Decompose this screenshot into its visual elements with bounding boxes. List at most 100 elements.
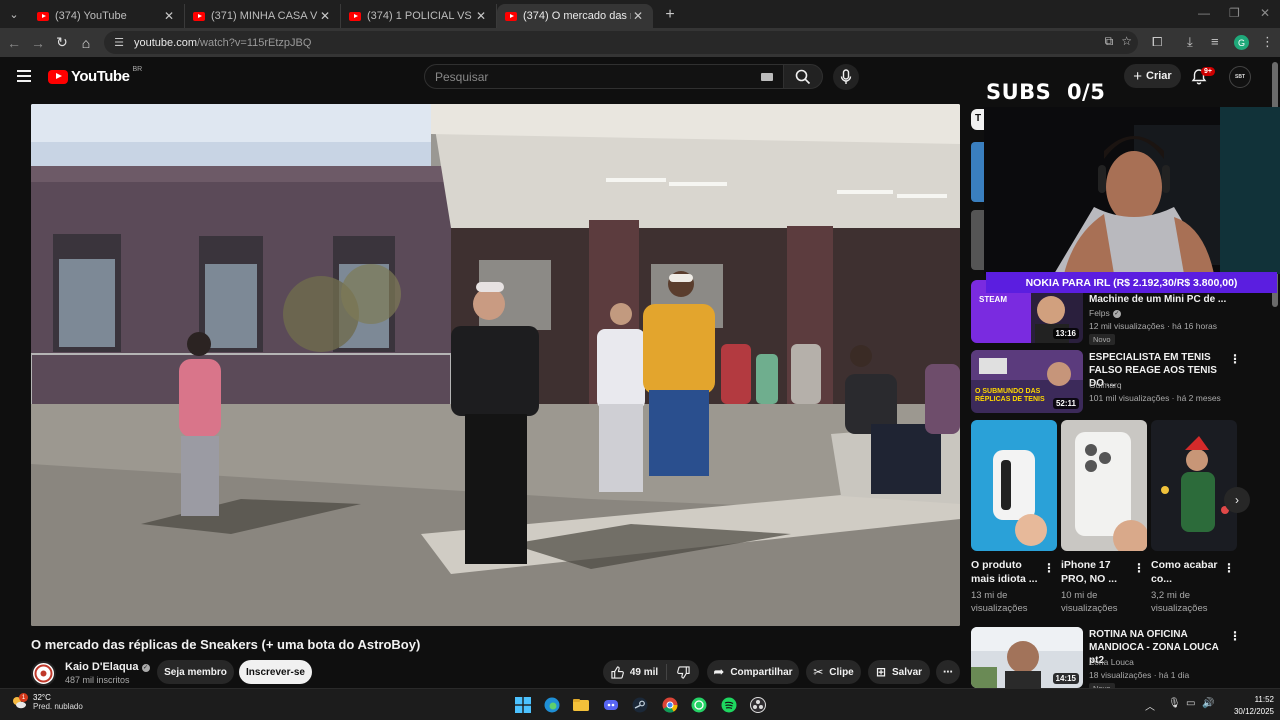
recommended-video[interactable]: 14:15 ROTINA NA OFICINA MANDIOCA - ZONA …	[971, 627, 1271, 694]
browser-menu-icon[interactable]: ⋮	[1261, 34, 1274, 50]
back-icon[interactable]: ←	[2, 31, 26, 55]
recommended-channel[interactable]: Zona Louca	[1089, 657, 1134, 667]
more-options-icon[interactable]: ⋮	[1229, 629, 1241, 643]
bookmark-star-icon[interactable]: ☆	[1121, 34, 1132, 49]
search-button[interactable]	[783, 64, 823, 89]
profile-avatar[interactable]: G	[1234, 35, 1249, 50]
menu-icon[interactable]	[17, 70, 31, 82]
short-thumbnail[interactable]	[1151, 420, 1237, 551]
clock-time: 11:52	[1254, 695, 1274, 704]
svg-text:STEAM: STEAM	[979, 295, 1007, 304]
install-app-icon[interactable]: ⧉	[1105, 34, 1114, 49]
spotify-icon[interactable]	[721, 697, 737, 713]
short-views: 10 mi de visualizações	[1061, 590, 1118, 614]
browser-tab[interactable]: (374) YouTube ✕	[29, 4, 185, 28]
show-hidden-icons-icon[interactable]: ︿	[1145, 698, 1155, 713]
subscribe-button[interactable]: Inscrever-se	[239, 660, 312, 684]
steam-icon[interactable]	[632, 697, 648, 713]
webcam-overlay	[984, 107, 1280, 274]
edge-icon[interactable]	[544, 697, 560, 713]
new-tab-button[interactable]: +	[659, 4, 681, 26]
more-actions-button[interactable]: ⋯	[936, 660, 960, 684]
donation-goal-banner: NOKIA PARA IRL (R$ 2.192,30/R$ 3.800,00)	[986, 272, 1277, 293]
hidden-thumbnail[interactable]	[971, 142, 985, 202]
more-options-icon[interactable]: ⋮	[1133, 561, 1145, 575]
reload-icon[interactable]: ↻	[50, 31, 74, 55]
voice-search-button[interactable]	[833, 64, 859, 90]
forward-icon[interactable]: →	[26, 31, 50, 55]
short-thumbnail[interactable]	[1061, 420, 1147, 551]
short-item[interactable]: iPhone 17 PRO, NO ... 10 mi de visualiza…	[1061, 420, 1147, 615]
like-count: 49 mil	[629, 666, 659, 678]
more-options-icon[interactable]: ⋮	[1223, 561, 1235, 575]
tab-title: (374) 1 POLICIAL VS 25 EX-CRIM	[367, 10, 474, 22]
address-bar[interactable]: ☰ youtube.com/watch?v=115rEtzpJBQ ⧉ ☆	[104, 31, 1138, 54]
browser-tab[interactable]: (371) MINHA CASA VIROU GAM ✕	[185, 4, 341, 28]
close-window-icon[interactable]: ✕	[1260, 6, 1270, 20]
new-badge: Novo	[1089, 334, 1115, 345]
thumbs-up-icon	[611, 665, 624, 679]
channel-avatar[interactable]	[31, 661, 56, 686]
video-player[interactable]	[31, 104, 960, 626]
more-options-icon[interactable]: ⋮	[1043, 561, 1055, 575]
network-icon[interactable]: ▭	[1186, 698, 1195, 709]
share-button[interactable]: ➦ Compartilhar	[707, 660, 799, 684]
video-frame-image	[31, 104, 960, 626]
maximize-icon[interactable]: ❐	[1229, 6, 1240, 20]
channel-name[interactable]: Kaio D'Elaqua ✓	[65, 661, 150, 673]
file-explorer-icon[interactable]	[573, 697, 589, 713]
home-icon[interactable]: ⌂	[74, 31, 98, 55]
tab-close-icon[interactable]: ✕	[162, 9, 176, 23]
chrome-icon[interactable]	[662, 697, 678, 713]
tab-search-button[interactable]: ⌄	[3, 3, 25, 25]
notification-count-badge: 9+	[1201, 67, 1215, 76]
account-avatar[interactable]: SBT	[1229, 66, 1251, 88]
like-button[interactable]: 49 mil	[603, 664, 667, 680]
whatsapp-icon[interactable]	[691, 697, 707, 713]
youtube-logo[interactable]: YouTube BR	[48, 66, 142, 85]
browser-tab[interactable]: (374) 1 POLICIAL VS 25 EX-CRIM ✕	[341, 4, 497, 28]
tab-close-icon[interactable]: ✕	[474, 9, 488, 23]
obs-icon[interactable]	[750, 697, 766, 713]
volume-icon[interactable]: 🔊	[1202, 698, 1214, 709]
video-thumbnail[interactable]: O SUBMUNDO DAS RÉPLICAS DE TENIS 52:11	[971, 350, 1083, 413]
short-views: 13 mi de visualizações	[971, 590, 1028, 614]
short-thumbnail[interactable]	[971, 420, 1057, 551]
thumbs-down-icon	[676, 665, 690, 679]
create-button[interactable]: + Criar	[1124, 64, 1181, 88]
microphone-tray-icon[interactable]: 🎙	[1168, 698, 1181, 709]
short-item[interactable]: O produto mais idiota ... 13 mi de visua…	[971, 420, 1057, 615]
filter-chip[interactable]: T	[971, 109, 985, 130]
video-thumbnail[interactable]: 14:15	[971, 627, 1083, 688]
tab-close-icon[interactable]: ✕	[318, 9, 332, 23]
recommended-channel[interactable]: Guimarq	[1089, 380, 1122, 390]
site-info-icon[interactable]: ☰	[112, 36, 126, 50]
system-clock[interactable]: 11:52 30/12/2025	[1224, 694, 1274, 718]
search-input[interactable]: Pesquisar	[424, 64, 784, 89]
more-options-icon[interactable]: ⋮	[1229, 352, 1241, 366]
browser-tab-active[interactable]: (374) O mercado das réplicas de ✕	[497, 4, 653, 28]
extensions-icon[interactable]: ⧠	[1152, 34, 1162, 50]
recommended-video[interactable]: O SUBMUNDO DAS RÉPLICAS DE TENIS 52:11 E…	[971, 350, 1271, 416]
short-title: Como acabar co...	[1151, 559, 1218, 585]
weather-widget[interactable]: 1 32°C Pred. nublado	[11, 693, 83, 711]
video-duration: 13:16	[1052, 328, 1079, 339]
youtube-play-icon	[48, 69, 68, 84]
like-dislike-group: 49 mil	[603, 660, 699, 684]
windows-start-icon[interactable]	[515, 697, 531, 713]
shorts-next-button[interactable]: ›	[1224, 487, 1250, 513]
downloads-icon[interactable]: ⤓	[1187, 34, 1193, 50]
save-button[interactable]: ⊞ Salvar	[868, 660, 930, 684]
recommended-channel[interactable]: Felps ✓	[1089, 308, 1121, 318]
clip-button[interactable]: ✂ Clipe	[806, 660, 861, 684]
tab-close-icon[interactable]: ✕	[631, 9, 645, 23]
dislike-button[interactable]	[667, 665, 699, 679]
minimize-icon[interactable]: —	[1198, 6, 1210, 20]
recommended-meta: 18 visualizações · há 1 dia	[1089, 670, 1190, 680]
join-membership-button[interactable]: Seja membro	[157, 660, 234, 684]
short-item[interactable]: Como acabar co... 3,2 mi de visualizaçõe…	[1151, 420, 1237, 615]
hidden-thumbnail[interactable]	[971, 210, 985, 270]
reading-list-icon[interactable]: ≡	[1211, 34, 1219, 49]
keyboard-icon[interactable]	[761, 73, 773, 81]
discord-icon[interactable]	[603, 697, 619, 713]
